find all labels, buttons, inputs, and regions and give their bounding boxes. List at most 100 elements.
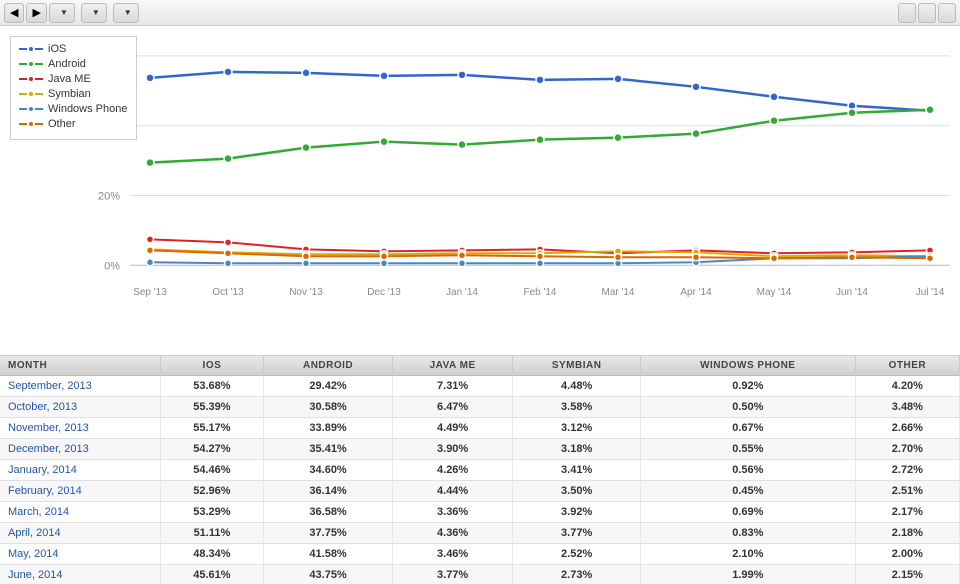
table-row: September, 201353.68%29.42%7.31%4.48%0.9… [0, 376, 960, 397]
table-cell-value: 54.27% [160, 439, 264, 460]
table-cell-value: 2.73% [513, 565, 640, 584]
table-cell-value: 45.61% [160, 565, 264, 584]
table-row: December, 201354.27%35.41%3.90%3.18%0.55… [0, 439, 960, 460]
table-row: April, 201451.11%37.75%4.36%3.77%0.83%2.… [0, 523, 960, 544]
table-cell-value: 0.45% [640, 481, 855, 502]
table-cell-value: 3.77% [392, 565, 513, 584]
table-cell-value: 3.92% [513, 502, 640, 523]
export-dropdown[interactable]: ▼ [81, 3, 107, 23]
table-cell-value: 0.92% [640, 376, 855, 397]
table-cell-value: 0.56% [640, 460, 855, 481]
table-cell-month: May, 2014 [0, 544, 160, 565]
table-cell-value: 3.41% [513, 460, 640, 481]
table-cell-value: 52.96% [160, 481, 264, 502]
table-cell-value: 29.42% [264, 376, 392, 397]
table-cell-value: 2.72% [855, 460, 959, 481]
table-cell-value: 0.67% [640, 418, 855, 439]
table-body: September, 201353.68%29.42%7.31%4.48%0.9… [0, 376, 960, 584]
data-table: MONTH IOS ANDROID JAVA ME SYMBIAN WINDOW… [0, 356, 960, 584]
table-cell-value: 4.36% [392, 523, 513, 544]
nav-next-button[interactable]: ▶ [26, 3, 46, 23]
legend-item-label: Symbian [48, 88, 91, 100]
table-cell-value: 3.77% [513, 523, 640, 544]
table-cell-value: 2.52% [513, 544, 640, 565]
export-arrow-icon: ▼ [92, 8, 100, 17]
col-windowsphone: WINDOWS PHONE [640, 356, 855, 376]
toolbar: ◀ ▶ ▼ ▼ ▼ [0, 0, 960, 26]
table-cell-value: 0.50% [640, 397, 855, 418]
table-cell-month: February, 2014 [0, 481, 160, 502]
table-cell-value: 2.17% [855, 502, 959, 523]
table-cell-value: 2.51% [855, 481, 959, 502]
table-cell-value: 6.47% [392, 397, 513, 418]
table-cell-value: 3.46% [392, 544, 513, 565]
table-cell-value: 0.55% [640, 439, 855, 460]
svg-text:Jul '14: Jul '14 [916, 287, 945, 298]
table-cell-month: April, 2014 [0, 523, 160, 544]
table-row: February, 201452.96%36.14%4.44%3.50%0.45… [0, 481, 960, 502]
svg-text:20%: 20% [98, 190, 120, 202]
embed-button[interactable] [898, 3, 916, 23]
nav-prev-button[interactable]: ◀ [4, 3, 24, 23]
table-cell-value: 36.14% [264, 481, 392, 502]
svg-text:Feb '14: Feb '14 [523, 287, 556, 298]
legend-item-symbian: Symbian [19, 88, 128, 100]
table-cell-value: 7.31% [392, 376, 513, 397]
table-cell-value: 36.58% [264, 502, 392, 523]
table-cell-value: 35.41% [264, 439, 392, 460]
table-cell-value: 3.58% [513, 397, 640, 418]
help-button[interactable] [938, 3, 956, 23]
legend-item-java-me: Java ME [19, 73, 128, 85]
legend-item-label: Windows Phone [48, 103, 128, 115]
table-cell-value: 48.34% [160, 544, 264, 565]
table-cell-value: 2.15% [855, 565, 959, 584]
col-symbian: SYMBIAN [513, 356, 640, 376]
table-cell-value: 0.83% [640, 523, 855, 544]
display-arrow-icon: ▼ [124, 8, 132, 17]
table-cell-value: 55.39% [160, 397, 264, 418]
table-row: June, 201445.61%43.75%3.77%2.73%1.99%2.1… [0, 565, 960, 584]
table-cell-value: 41.58% [264, 544, 392, 565]
chart-legend: iOS Android Java ME Symbian Windows Phon… [10, 36, 137, 140]
legend-item-windows-phone: Windows Phone [19, 103, 128, 115]
table-row: October, 201355.39%30.58%6.47%3.58%0.50%… [0, 397, 960, 418]
table-cell-value: 3.36% [392, 502, 513, 523]
main-chart: 60% 40% 20% 0% Sep '13 Oct '13 Nov '13 D… [0, 26, 960, 355]
table-row: January, 201454.46%34.60%4.26%3.41%0.56%… [0, 460, 960, 481]
svg-text:Oct '13: Oct '13 [212, 287, 244, 298]
col-android: ANDROID [264, 356, 392, 376]
table-cell-value: 3.50% [513, 481, 640, 502]
table-area: MONTH IOS ANDROID JAVA ME SYMBIAN WINDOW… [0, 356, 960, 584]
svg-text:Jan '14: Jan '14 [446, 287, 478, 298]
timeframe-arrow-icon: ▼ [60, 8, 68, 17]
table-cell-value: 55.17% [160, 418, 264, 439]
table-cell-value: 0.69% [640, 502, 855, 523]
table-cell-value: 2.10% [640, 544, 855, 565]
table-row: November, 201355.17%33.89%4.49%3.12%0.67… [0, 418, 960, 439]
col-ios: IOS [160, 356, 264, 376]
svg-text:Jun '14: Jun '14 [836, 287, 868, 298]
table-cell-value: 4.26% [392, 460, 513, 481]
svg-text:May '14: May '14 [757, 287, 792, 298]
table-cell-value: 4.49% [392, 418, 513, 439]
table-cell-value: 34.60% [264, 460, 392, 481]
svg-text:Dec '13: Dec '13 [367, 287, 401, 298]
timeframe-dropdown[interactable]: ▼ [49, 3, 75, 23]
table-cell-month: September, 2013 [0, 376, 160, 397]
table-cell-value: 53.29% [160, 502, 264, 523]
legend-item-label: Java ME [48, 73, 91, 85]
table-cell-month: March, 2014 [0, 502, 160, 523]
table-cell-value: 51.11% [160, 523, 264, 544]
table-cell-value: 3.90% [392, 439, 513, 460]
table-cell-value: 54.46% [160, 460, 264, 481]
col-other: OTHER [855, 356, 959, 376]
table-cell-month: November, 2013 [0, 418, 160, 439]
legend-item-label: Other [48, 118, 76, 130]
display-dropdown[interactable]: ▼ [113, 3, 139, 23]
table-row: March, 201453.29%36.58%3.36%3.92%0.69%2.… [0, 502, 960, 523]
svg-text:Sep '13: Sep '13 [133, 287, 167, 298]
table-cell-value: 2.70% [855, 439, 959, 460]
table-cell-value: 30.58% [264, 397, 392, 418]
table-cell-value: 3.12% [513, 418, 640, 439]
columns-button[interactable] [918, 3, 936, 23]
